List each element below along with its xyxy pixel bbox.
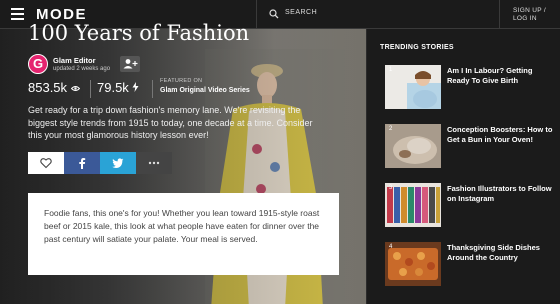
trending-story-1[interactable]: 1 Am I In Labour? Getting Ready To Give …	[385, 65, 555, 111]
search-input[interactable]: SEARCH	[256, 0, 500, 29]
trending-story-4[interactable]: 4 Thanksgiving Side Dishes Around the Co…	[385, 242, 555, 288]
story-1-number: 1	[389, 67, 393, 73]
search-icon	[269, 9, 279, 19]
search-placeholder: SEARCH	[285, 9, 318, 16]
story-3-thumbnail	[385, 183, 441, 227]
author-avatar[interactable]: G	[28, 54, 48, 74]
featured-on-label: FEATURED ON	[160, 78, 203, 84]
hearts-value: 79.5k	[97, 80, 129, 95]
story-1-thumbnail	[385, 65, 441, 109]
lightning-icon	[132, 82, 139, 92]
stats-divider	[90, 80, 91, 98]
eye-icon	[70, 86, 80, 91]
story-3-title: Fashion Illustrators to Follow on Instag…	[447, 184, 552, 203]
facebook-share-button[interactable]	[64, 152, 100, 174]
signup-label: SIGN UP /	[513, 7, 546, 14]
article-title: 100 Years of Fashion	[28, 21, 250, 45]
share-bar	[28, 152, 178, 174]
trending-heading: TRENDING STORIES	[380, 44, 454, 51]
login-label: LOG IN	[513, 15, 537, 22]
views-value: 853.5k	[28, 80, 68, 95]
story-4-title: Thanksgiving Side Dishes Around the Coun…	[447, 243, 540, 262]
trending-story-2[interactable]: 2 Conception Boosters: How to Get a Bun …	[385, 124, 555, 170]
featured-series-link[interactable]: Glam Original Video Series	[160, 87, 250, 94]
author-updated-time: updated 2 weeks ago	[53, 66, 111, 72]
heart-icon	[40, 158, 52, 169]
author-name[interactable]: Glam Editor	[53, 56, 96, 65]
twitter-share-button[interactable]	[100, 152, 136, 174]
article-intro-card: Foodie fans, this one's for you! Whether…	[28, 193, 339, 275]
story-2-thumbnail	[385, 124, 441, 168]
story-3-number: 3	[389, 185, 393, 191]
story-4-number: 4	[389, 244, 393, 250]
twitter-icon	[112, 158, 124, 168]
hamburger-menu-icon[interactable]	[11, 8, 24, 20]
story-2-title: Conception Boosters: How to Get a Bun in…	[447, 125, 553, 144]
hearts-count: 79.5k	[97, 80, 139, 95]
add-user-icon	[123, 59, 138, 69]
story-2-number: 2	[389, 126, 393, 132]
signup-login-link[interactable]: SIGN UP / LOG IN	[513, 7, 546, 23]
trending-sidebar: TRENDING STORIES 1 Am I In Labour? Getti…	[366, 29, 560, 304]
trending-story-3[interactable]: 3 Fashion Illustrators to Follow on Inst…	[385, 183, 555, 229]
story-4-thumbnail	[385, 242, 441, 286]
story-1-title: Am I In Labour? Getting Ready To Give Bi…	[447, 66, 533, 85]
stats-divider-2	[152, 80, 153, 98]
follow-author-button[interactable]	[120, 56, 140, 72]
facebook-icon	[79, 158, 86, 169]
more-options-button[interactable]	[136, 152, 172, 174]
ellipsis-icon	[148, 161, 160, 165]
article-description: Get ready for a trip down fashion's memo…	[28, 105, 313, 140]
views-count: 853.5k	[28, 80, 80, 95]
article-intro-text: Foodie fans, this one's for you! Whether…	[44, 208, 320, 244]
like-button[interactable]	[28, 152, 64, 174]
